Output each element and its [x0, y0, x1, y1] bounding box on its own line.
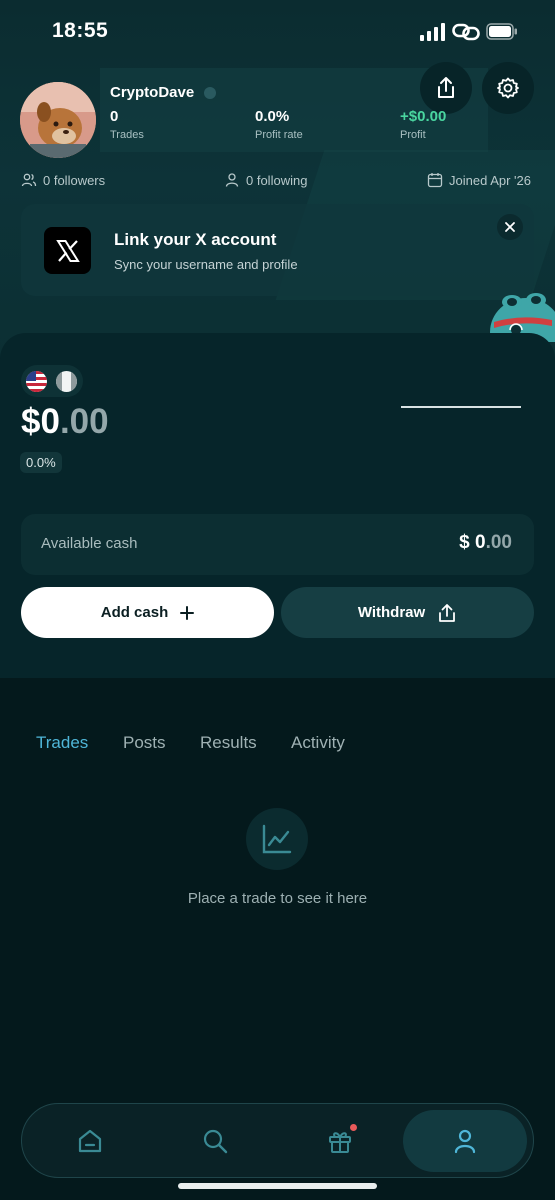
empty-state-icon-wrap [246, 808, 308, 870]
calendar-icon [427, 173, 443, 188]
available-cash-main: $ 0 [459, 532, 486, 553]
tab-posts[interactable]: Posts [123, 733, 166, 753]
add-cash-label: Add cash [100, 604, 169, 621]
profit-rate-label: Profit rate [255, 129, 303, 141]
tab-activity[interactable]: Activity [291, 733, 345, 753]
stable-flag-icon [56, 371, 77, 392]
notification-dot [350, 1124, 357, 1131]
nav-home[interactable] [28, 1110, 152, 1172]
status-time: 18:55 [52, 19, 109, 42]
link-x-card[interactable]: Link your X account Sync your username a… [21, 204, 534, 296]
withdraw-label: Withdraw [357, 604, 426, 621]
profit-label: Profit [400, 129, 426, 141]
battery-icon [486, 23, 517, 40]
followers-link[interactable]: 0 followers [21, 172, 105, 188]
share-icon [438, 77, 454, 98]
plus-icon [180, 605, 195, 620]
user-icon [225, 173, 239, 187]
balance-change-badge: 0.0% [20, 452, 62, 473]
avatar-image [20, 82, 96, 158]
close-button[interactable] [497, 214, 523, 240]
upload-icon [439, 603, 456, 622]
available-cash-row: Available cash $ 0.00 [21, 514, 534, 575]
followers-count: 0 followers [43, 172, 106, 188]
available-cash-value: $ 0.00 [459, 532, 512, 554]
x-logo-icon [44, 227, 91, 274]
available-cash-cents: .00 [485, 532, 512, 553]
joined-text: Joined Apr '26 [449, 172, 531, 188]
balance-main: $0 [21, 402, 60, 441]
profile-icon [454, 1129, 476, 1154]
balance-sparkline [401, 406, 521, 408]
balance-amount: $0.00 [21, 402, 109, 442]
us-flag-icon [26, 371, 47, 392]
username: CryptoDave [110, 84, 195, 101]
home-icon [78, 1129, 102, 1153]
trades-label: Trades [110, 129, 144, 141]
tab-results[interactable]: Results [200, 733, 257, 753]
share-button[interactable] [420, 62, 472, 114]
gift-icon [329, 1132, 351, 1153]
trades-count: 0 [110, 108, 119, 125]
avatar[interactable] [20, 82, 96, 158]
following-count: 0 following [246, 172, 308, 188]
balance-cents: .00 [59, 402, 109, 441]
settings-button[interactable] [482, 62, 534, 114]
following-link[interactable]: 0 following [224, 172, 307, 188]
home-indicator[interactable] [178, 1183, 377, 1189]
nav-rewards[interactable] [278, 1110, 402, 1172]
link-x-title: Link your X account [114, 230, 277, 249]
chart-icon [262, 824, 292, 854]
profit-value: +$0.00 [400, 108, 447, 125]
link-x-subtitle: Sync your username and profile [114, 257, 298, 272]
link-icon [452, 23, 480, 41]
gear-icon [497, 77, 519, 99]
verified-badge-icon [204, 87, 216, 99]
search-icon [203, 1129, 228, 1154]
bottom-nav [21, 1103, 534, 1178]
close-icon [505, 222, 515, 232]
users-icon [21, 173, 37, 187]
empty-state-text: Place a trade to see it here [187, 890, 368, 907]
nav-search[interactable] [153, 1110, 277, 1172]
cellular-signal-icon [420, 23, 445, 41]
nav-profile[interactable] [403, 1110, 527, 1172]
currency-flags[interactable] [21, 365, 83, 397]
profit-rate-value: 0.0% [255, 108, 290, 125]
tab-trades[interactable]: Trades [36, 733, 88, 753]
withdraw-button[interactable]: Withdraw [281, 587, 534, 638]
add-cash-button[interactable]: Add cash [21, 587, 274, 638]
joined-date: Joined Apr '26 [427, 172, 531, 188]
available-cash-label: Available cash [41, 535, 138, 552]
